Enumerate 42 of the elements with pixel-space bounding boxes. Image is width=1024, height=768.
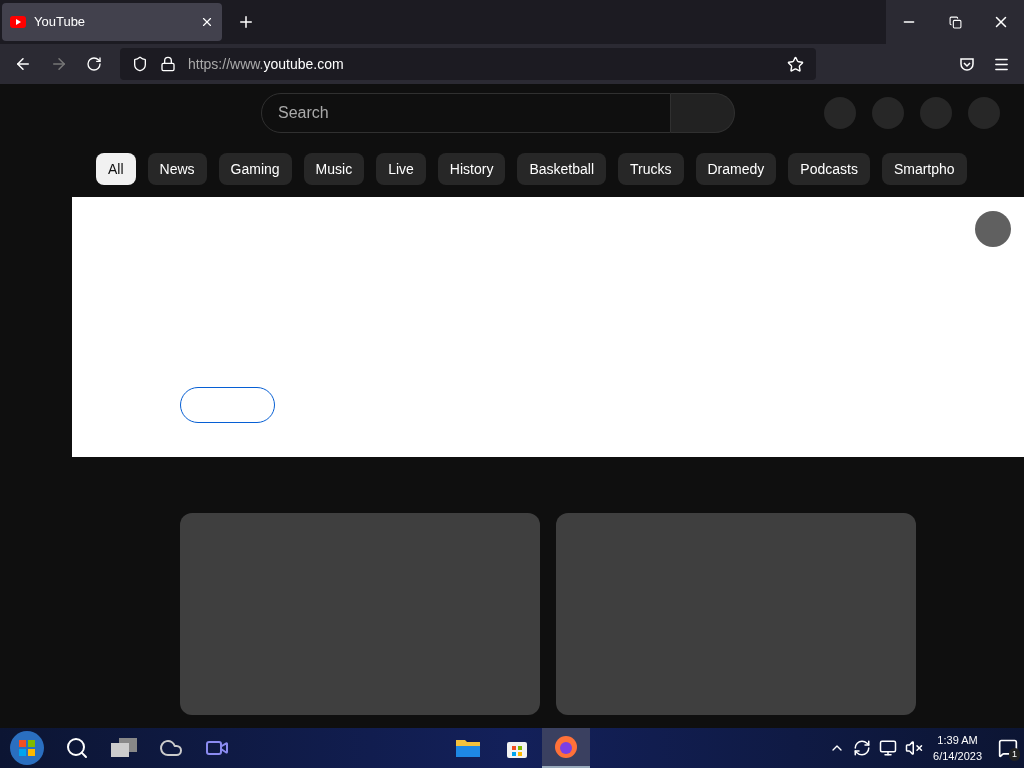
restore-icon[interactable] bbox=[948, 15, 962, 29]
filter-chip[interactable]: Dramedy bbox=[695, 153, 777, 185]
filter-chip[interactable]: Gaming bbox=[218, 153, 292, 185]
round-placeholder-icon[interactable] bbox=[975, 211, 1011, 247]
forward-icon[interactable] bbox=[50, 55, 68, 73]
url-text: https://www.youtube.com bbox=[188, 54, 345, 74]
bookmark-star-icon[interactable] bbox=[787, 55, 804, 73]
clock-date: 6/14/2023 bbox=[933, 749, 982, 764]
folder-icon bbox=[455, 737, 481, 759]
video-thumbnail-placeholder[interactable] bbox=[180, 513, 540, 715]
clock-time: 1:39 AM bbox=[937, 733, 978, 748]
notification-count: 1 bbox=[1009, 747, 1020, 761]
address-bar[interactable]: https://www.youtube.com bbox=[120, 48, 816, 80]
filter-chip[interactable]: All bbox=[96, 153, 136, 185]
filter-chip[interactable]: Smartpho bbox=[881, 153, 967, 185]
filter-chip[interactable]: Music bbox=[303, 153, 365, 185]
video-thumbnail-placeholder[interactable] bbox=[556, 513, 916, 715]
filter-chip[interactable]: News bbox=[147, 153, 207, 185]
new-tab-icon[interactable] bbox=[237, 13, 255, 31]
youtube-logo-icon bbox=[10, 16, 26, 28]
shield-icon[interactable] bbox=[132, 56, 148, 72]
back-icon[interactable] bbox=[14, 55, 32, 73]
reload-icon[interactable] bbox=[86, 56, 102, 72]
filter-chip[interactable]: Basketball bbox=[517, 153, 606, 185]
sync-icon[interactable] bbox=[853, 739, 872, 757]
browser-tab[interactable]: YouTube bbox=[2, 3, 222, 41]
tab-title: YouTube bbox=[34, 13, 87, 32]
filter-chip[interactable]: History bbox=[437, 153, 506, 185]
search-field[interactable]: Search bbox=[261, 93, 671, 133]
pocket-icon[interactable] bbox=[959, 56, 975, 72]
task-view-icon[interactable] bbox=[111, 738, 137, 758]
firefox-icon bbox=[554, 735, 578, 759]
filter-chip[interactable]: Live bbox=[376, 153, 426, 185]
volume-muted-icon[interactable] bbox=[905, 739, 924, 757]
filter-chip[interactable]: Trucks bbox=[618, 153, 684, 185]
notifications-icon[interactable] bbox=[998, 738, 1018, 758]
lock-icon[interactable] bbox=[160, 56, 176, 72]
filter-chip[interactable]: Podcasts bbox=[788, 153, 870, 185]
search-icon[interactable] bbox=[65, 736, 89, 760]
network-icon[interactable] bbox=[879, 739, 898, 757]
close-tab-icon[interactable] bbox=[200, 15, 214, 29]
start-orb-icon[interactable] bbox=[9, 730, 45, 766]
